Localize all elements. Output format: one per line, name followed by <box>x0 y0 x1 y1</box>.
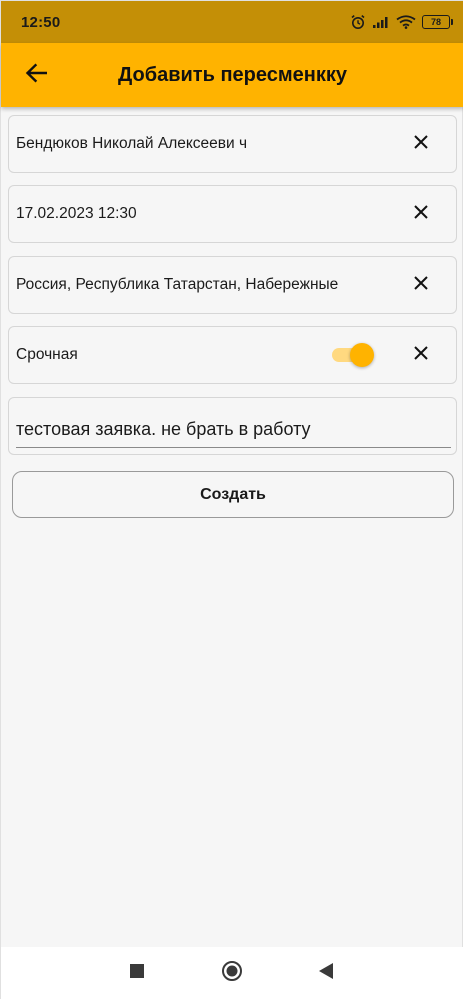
toggle-thumb <box>350 343 374 367</box>
datetime-value: 17.02.2023 12:30 <box>16 205 137 222</box>
employee-field[interactable]: Бендюков Николай Алексееви ч <box>8 115 457 173</box>
page-title: Добавить пересменкку <box>118 63 347 86</box>
clear-datetime-button[interactable] <box>400 193 442 235</box>
comment-input[interactable] <box>16 416 451 448</box>
app-bar: Добавить пересменкку <box>1 43 463 107</box>
comment-box <box>8 397 457 455</box>
nav-bar <box>1 947 463 999</box>
urgent-row: Срочная <box>8 326 457 384</box>
clear-employee-button[interactable] <box>400 123 442 165</box>
status-bar: 12:50 78 <box>1 1 463 43</box>
status-time: 12:50 <box>21 13 61 31</box>
create-button[interactable]: Создать <box>12 471 454 518</box>
close-icon <box>413 345 429 366</box>
arrow-left-icon <box>25 63 48 88</box>
home-button[interactable] <box>212 953 252 993</box>
address-value: Россия, Республика Татарстан, Набережные <box>16 276 339 293</box>
nav-back-button[interactable] <box>306 953 346 993</box>
address-field[interactable]: Россия, Республика Татарстан, Набережные <box>8 256 457 314</box>
close-icon <box>413 204 429 225</box>
clear-address-button[interactable] <box>400 264 442 306</box>
alarm-icon <box>350 14 366 30</box>
signal-icon <box>372 15 390 29</box>
status-icons: 78 <box>350 14 453 30</box>
battery-icon: 78 <box>422 15 453 29</box>
clear-urgent-button[interactable] <box>400 334 442 376</box>
recent-apps-button[interactable] <box>117 953 157 993</box>
close-icon <box>413 275 429 296</box>
back-button[interactable] <box>14 53 58 97</box>
urgent-toggle[interactable] <box>332 342 374 368</box>
square-icon <box>129 963 145 984</box>
circle-icon <box>221 960 243 987</box>
close-icon <box>413 134 429 155</box>
datetime-field[interactable]: 17.02.2023 12:30 <box>8 185 457 243</box>
urgent-label: Срочная <box>16 346 78 363</box>
employee-value: Бендюков Николай Алексееви ч <box>16 135 248 152</box>
back-triangle-icon <box>318 962 334 985</box>
wifi-icon <box>396 15 416 29</box>
